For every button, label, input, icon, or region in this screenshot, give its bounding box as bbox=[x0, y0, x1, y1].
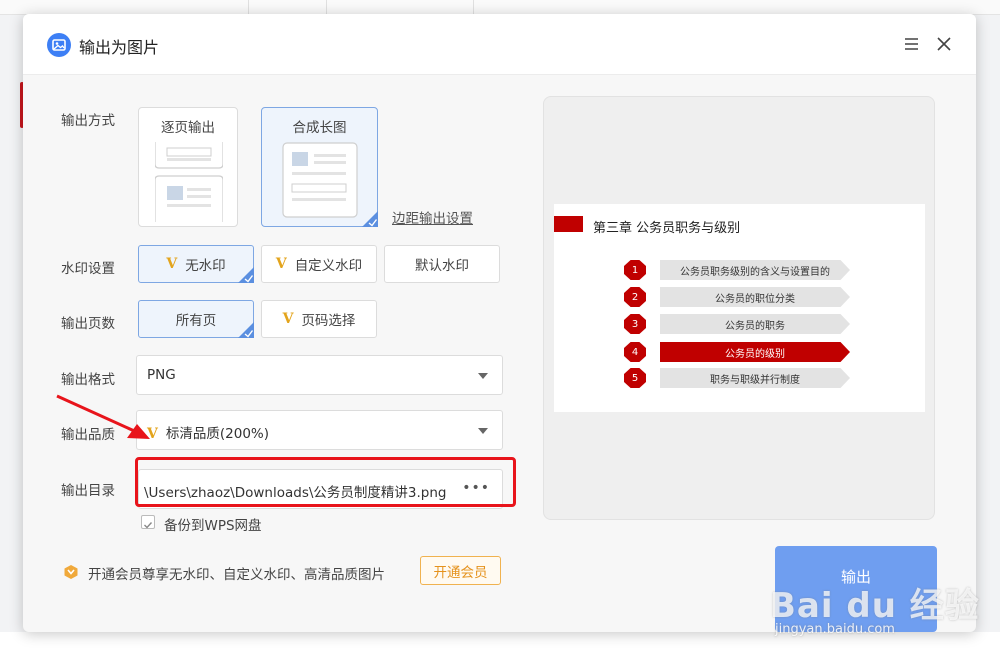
backup-label: 备份到WPS网盘 bbox=[164, 518, 262, 534]
slide-title-marker bbox=[554, 216, 583, 232]
export-image-dialog: 输出为图片 输出方式 逐页输出 合成长图 边距输出设置 水印设置 V 无水印 V… bbox=[23, 14, 976, 632]
no-watermark-button[interactable]: V 无水印 bbox=[138, 245, 254, 283]
vip-v-icon: V bbox=[166, 256, 178, 272]
selected-check-icon bbox=[362, 211, 378, 227]
tab-separator bbox=[326, 0, 327, 14]
close-icon[interactable] bbox=[935, 35, 953, 53]
slide-item-text: 公务员的职务 bbox=[660, 314, 850, 334]
background-document bbox=[0, 632, 1000, 666]
background-window-tabs bbox=[0, 0, 1000, 15]
dialog-titlebar: 输出为图片 bbox=[23, 14, 976, 75]
slide-item-number: 4 bbox=[624, 342, 646, 362]
vip-v-icon: V bbox=[147, 426, 158, 442]
vip-v-icon: V bbox=[275, 256, 287, 272]
tab-separator bbox=[248, 0, 249, 14]
output-mode-per-page-label: 逐页输出 bbox=[161, 120, 215, 136]
quality-label: 输出品质 bbox=[61, 427, 115, 443]
vip-v-icon: V bbox=[282, 311, 294, 327]
slide-item-text: 公务员的职位分类 bbox=[660, 287, 850, 307]
output-mode-label: 输出方式 bbox=[61, 113, 115, 129]
format-select[interactable]: PNG bbox=[136, 355, 503, 395]
long-image-illustration-icon bbox=[282, 142, 358, 218]
selected-check-icon bbox=[238, 267, 254, 283]
baidu-watermark-logo: Bai du 经验 bbox=[770, 586, 980, 626]
chevron-down-icon bbox=[478, 373, 488, 379]
directory-path-field[interactable]: \Users\zhaoz\Downloads\公务员制度精讲3.png ••• bbox=[138, 469, 503, 509]
slide-item-text: 公务员职务级别的含义与设置目的 bbox=[660, 260, 850, 280]
directory-path-value: \Users\zhaoz\Downloads\公务员制度精讲3.png bbox=[144, 485, 447, 501]
custom-watermark-button[interactable]: V 自定义水印 bbox=[261, 245, 377, 283]
margin-settings-link[interactable]: 边距输出设置 bbox=[392, 207, 473, 227]
watermark-label: 水印设置 bbox=[61, 261, 115, 277]
default-watermark-label: 默认水印 bbox=[415, 258, 469, 274]
vip-crown-icon bbox=[63, 564, 79, 580]
dialog-title: 输出为图片 bbox=[79, 38, 160, 57]
image-icon bbox=[47, 33, 71, 57]
selected-check-icon bbox=[238, 322, 254, 338]
output-mode-per-page[interactable]: 逐页输出 bbox=[138, 107, 238, 227]
backup-checkbox[interactable] bbox=[141, 515, 155, 529]
no-watermark-label: 无水印 bbox=[185, 258, 226, 274]
slide-preview: 第三章 公务员职务与级别 1 公务员职务级别的含义与设置目的 2 公务员的职位分… bbox=[554, 204, 925, 412]
slide-title: 第三章 公务员职务与级别 bbox=[593, 221, 741, 236]
quality-select[interactable]: V 标清品质(200%) bbox=[136, 410, 503, 450]
all-pages-button[interactable]: 所有页 bbox=[138, 300, 254, 338]
tab-separator bbox=[473, 0, 474, 14]
format-value: PNG bbox=[147, 367, 176, 383]
quality-value-wrap: V 标清品质(200%) bbox=[147, 422, 269, 442]
slide-item-number: 1 bbox=[624, 260, 646, 280]
browse-more-button[interactable]: ••• bbox=[462, 480, 490, 496]
chevron-down-icon bbox=[478, 428, 488, 434]
all-pages-label: 所有页 bbox=[175, 313, 217, 329]
default-watermark-button[interactable]: 默认水印 bbox=[384, 245, 500, 283]
slide-item-text: 职务与职级并行制度 bbox=[660, 368, 850, 388]
menu-icon[interactable] bbox=[903, 35, 921, 53]
membership-promo-text: 开通会员尊享无水印、自定义水印、高清品质图片 bbox=[88, 567, 385, 583]
slide-item-number: 5 bbox=[624, 368, 646, 388]
directory-label: 输出目录 bbox=[61, 483, 115, 499]
format-label: 输出格式 bbox=[61, 372, 115, 388]
page-select-label: 页码选择 bbox=[301, 313, 356, 329]
checkmark-icon bbox=[144, 522, 153, 529]
page-select-button[interactable]: V 页码选择 bbox=[261, 300, 377, 338]
per-page-illustration-icon bbox=[155, 142, 223, 222]
quality-value: 标清品质(200%) bbox=[165, 426, 270, 442]
pages-label: 输出页数 bbox=[61, 316, 115, 332]
baidu-watermark-url: jingyan.baidu.com bbox=[775, 622, 895, 637]
output-mode-long-image[interactable]: 合成长图 bbox=[261, 107, 378, 227]
slide-item-text: 公务员的级别 bbox=[660, 342, 850, 362]
slide-item-number: 3 bbox=[624, 314, 646, 334]
custom-watermark-label: 自定义水印 bbox=[294, 258, 363, 274]
slide-item-number: 2 bbox=[624, 287, 646, 307]
output-mode-long-image-label: 合成长图 bbox=[292, 120, 347, 136]
open-membership-button[interactable]: 开通会员 bbox=[420, 556, 501, 585]
